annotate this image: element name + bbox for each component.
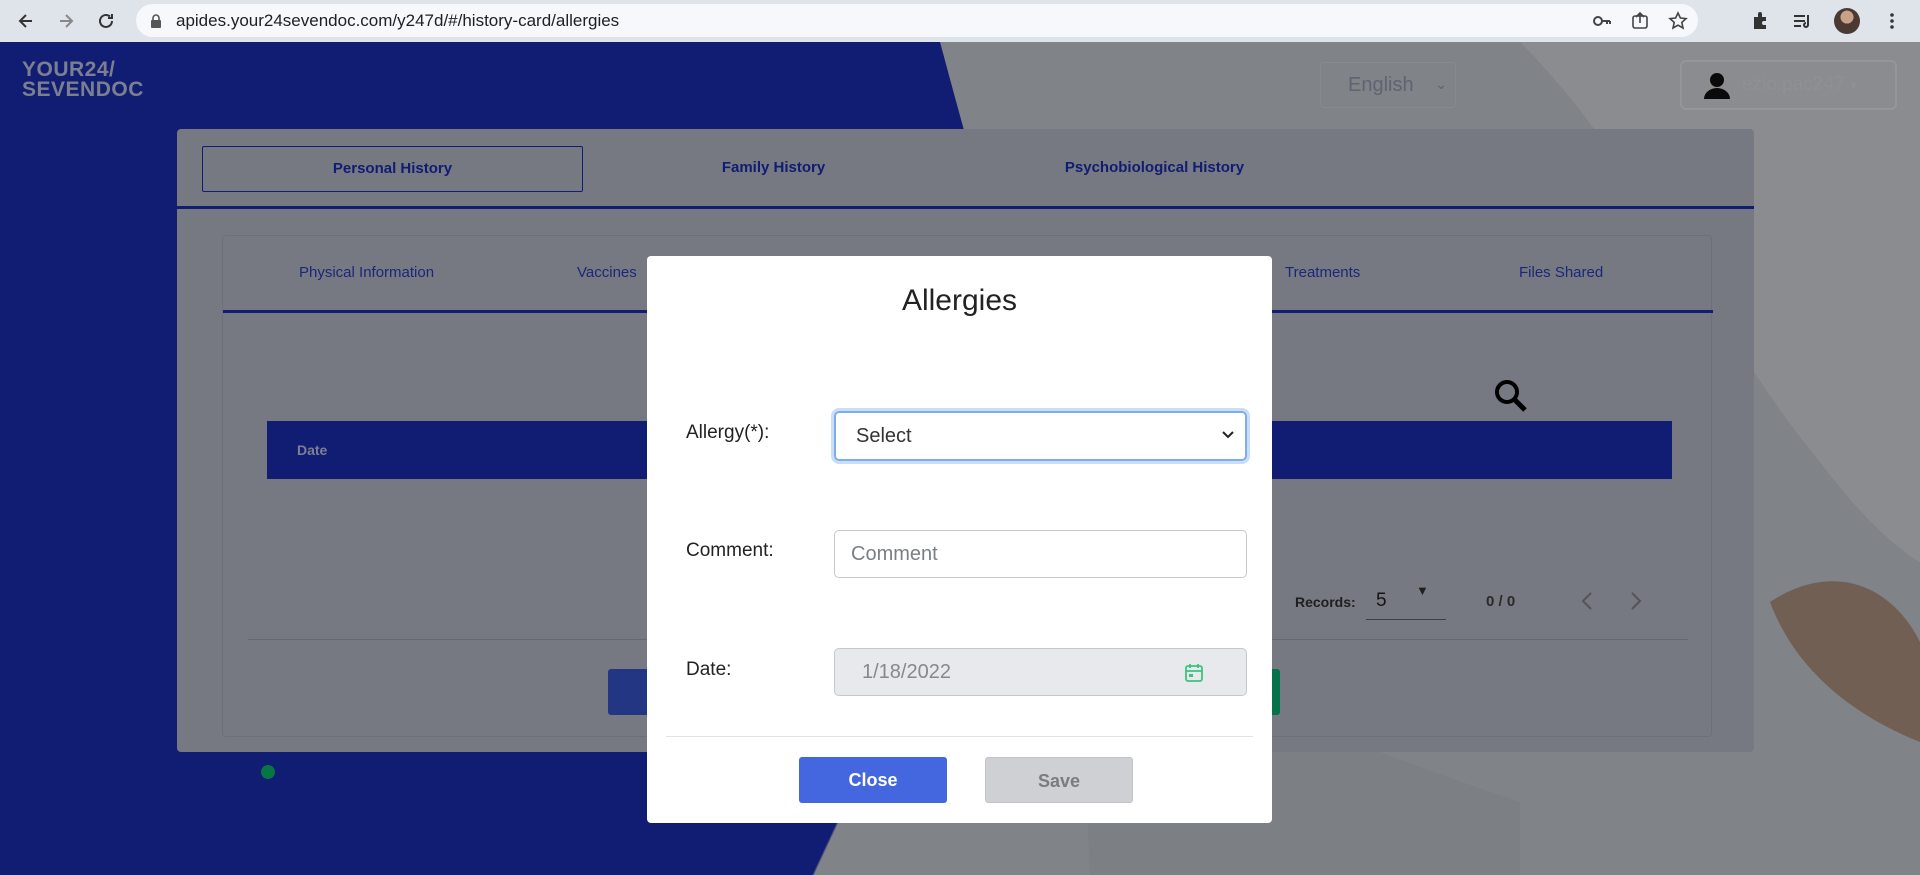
- url-text: apides.your24sevendoc.com/y247d/#/histor…: [176, 10, 620, 30]
- reading-list-icon[interactable]: [1792, 11, 1812, 31]
- modal-title: Allergies: [901, 284, 1018, 317]
- reload-icon[interactable]: [86, 1, 126, 41]
- modal-divider: [666, 736, 1253, 737]
- lock-icon: [151, 13, 161, 28]
- forward-icon[interactable]: [46, 1, 86, 41]
- comment-label: Comment:: [686, 540, 774, 561]
- allergy-label: Allergy(*):: [686, 422, 770, 443]
- browser-menu-icon[interactable]: [1882, 11, 1902, 31]
- extensions-puzzle-icon[interactable]: [1750, 11, 1770, 31]
- profile-avatar[interactable]: [1834, 8, 1860, 34]
- close-button[interactable]: Close: [799, 757, 947, 803]
- date-value: 1/18/2022: [862, 661, 951, 683]
- allergy-select-value: Select: [856, 425, 912, 447]
- back-icon[interactable]: [6, 1, 46, 41]
- address-bar[interactable]: apides.your24sevendoc.com/y247d/#/histor…: [136, 4, 1698, 37]
- chevron-down-icon: [1222, 431, 1234, 439]
- browser-toolbar: apides.your24sevendoc.com/y247d/#/histor…: [0, 0, 1920, 42]
- key-icon[interactable]: [1592, 11, 1612, 31]
- calendar-icon[interactable]: [1184, 663, 1204, 683]
- date-label: Date:: [686, 659, 732, 680]
- share-icon[interactable]: [1630, 11, 1650, 31]
- save-button[interactable]: Save: [985, 757, 1133, 803]
- allergies-modal: Allergies Allergy(*): Select Comment: Co…: [647, 256, 1272, 823]
- comment-input[interactable]: Comment: [834, 530, 1247, 578]
- allergy-select[interactable]: Select: [834, 411, 1247, 461]
- bookmark-star-icon[interactable]: [1668, 10, 1688, 31]
- date-input[interactable]: 1/18/2022: [834, 648, 1247, 696]
